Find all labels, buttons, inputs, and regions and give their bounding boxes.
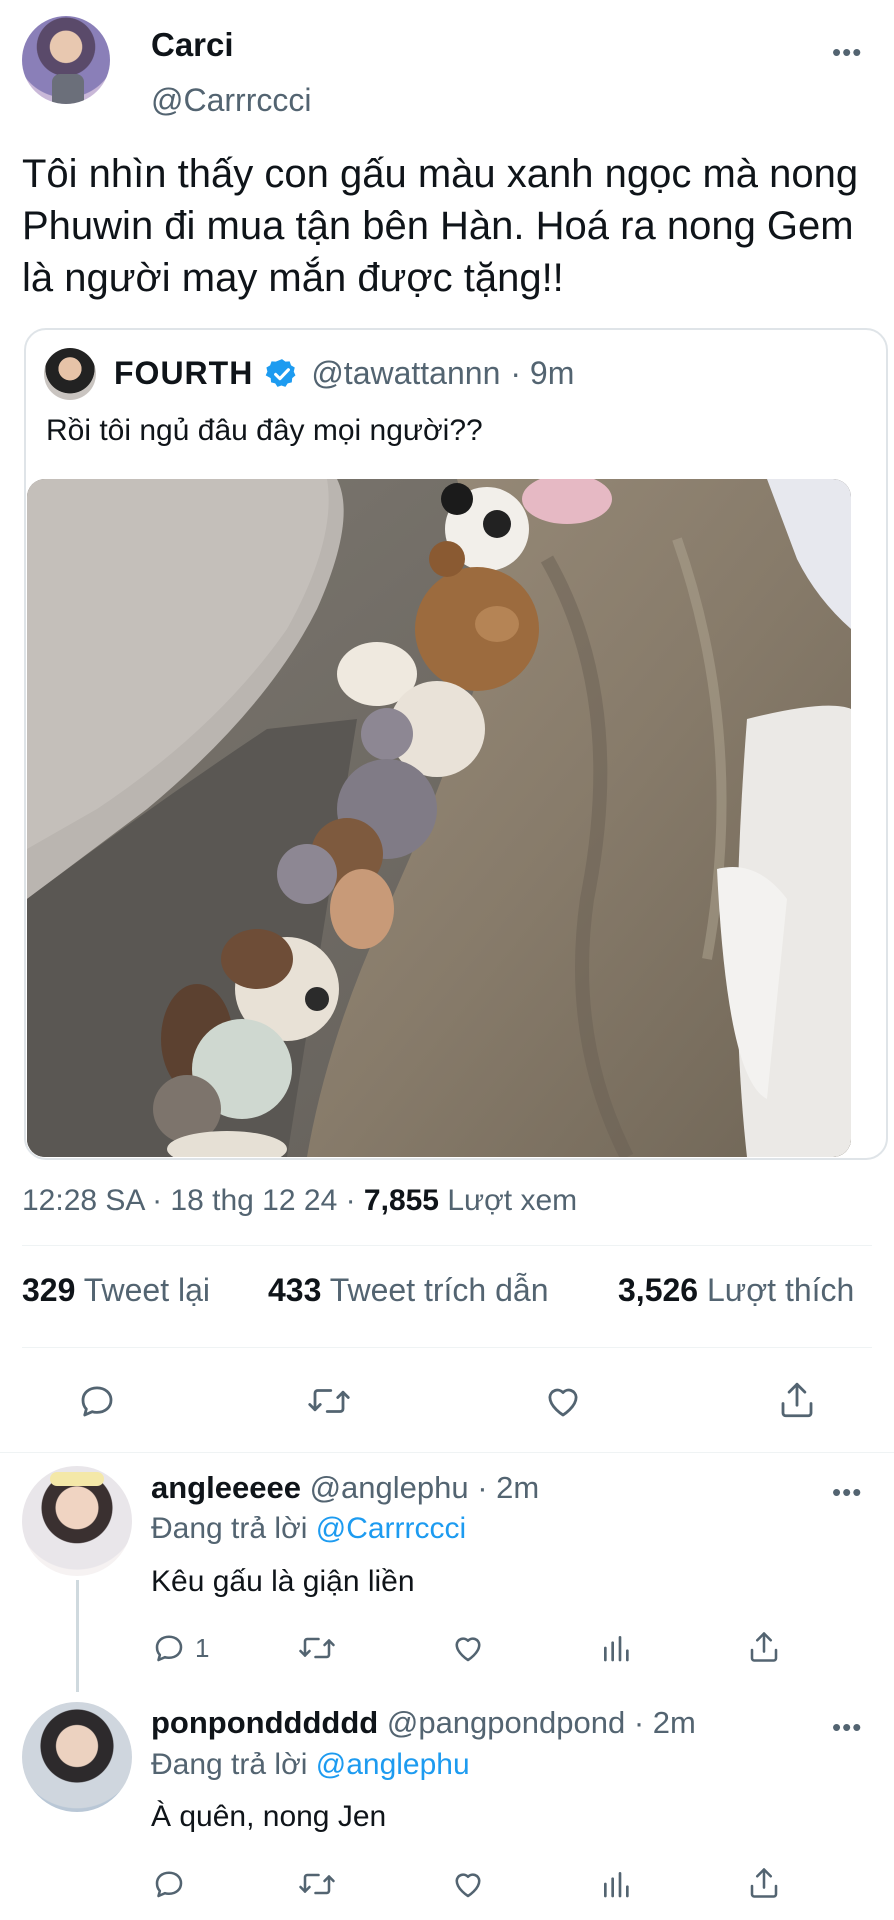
views-label: Lượt xem <box>447 1184 578 1217</box>
replying-to-link[interactable]: @Carrrccci <box>316 1512 466 1545</box>
quote-tweets-stat[interactable]: 433 Tweet trích dẫn <box>268 1272 548 1309</box>
replying-to: Đang trả lời @anglephu <box>151 1748 470 1781</box>
reply-count: 1 <box>195 1632 210 1663</box>
quoted-author-name[interactable]: FOURTH <box>114 355 253 392</box>
divider <box>0 1452 894 1453</box>
reply-text: À quên, nong Jen <box>151 1800 387 1833</box>
more-icon[interactable]: ••• <box>832 1714 862 1740</box>
reply-author-name[interactable]: ponpondddddd <box>151 1705 378 1740</box>
share-icon[interactable] <box>746 1628 782 1666</box>
reply-text: Kêu gấu là giận liền <box>151 1565 415 1598</box>
retweet-icon[interactable] <box>306 1380 352 1422</box>
author-avatar[interactable] <box>22 16 110 104</box>
reply-avatar[interactable] <box>22 1702 132 1812</box>
reply-icon[interactable] <box>76 1380 118 1422</box>
reply-header: ponpondddddd @pangpondpond · 2m <box>151 1705 696 1741</box>
quoted-text: Rồi tôi ngủ đâu đây mọi người?? <box>46 414 483 447</box>
quoted-author-handle[interactable]: @tawattannn <box>311 355 500 392</box>
share-icon[interactable] <box>776 1378 818 1422</box>
tweet-text: Tôi nhìn thấy con gấu màu xanh ngọc mà n… <box>22 152 859 300</box>
analytics-icon[interactable] <box>600 1868 632 1900</box>
reply-avatar[interactable] <box>22 1466 132 1576</box>
reply-author-handle[interactable]: @pangpondpond <box>387 1705 625 1740</box>
reply-author-handle[interactable]: @anglephu <box>310 1470 469 1505</box>
retweet-icon[interactable] <box>297 1630 337 1666</box>
more-icon[interactable]: ••• <box>832 1479 862 1505</box>
quoted-photo[interactable] <box>27 479 851 1157</box>
retweet-icon[interactable] <box>297 1866 337 1902</box>
tweet-timestamp[interactable]: 12:28 SA · 18 thg 12 24 · <box>22 1184 364 1217</box>
reply-header: angleeeee @anglephu · 2m <box>151 1470 539 1506</box>
analytics-icon[interactable] <box>600 1632 632 1664</box>
like-icon[interactable] <box>450 1630 486 1666</box>
replying-to-link[interactable]: @anglephu <box>316 1748 470 1781</box>
divider <box>22 1347 872 1348</box>
views-count: 7,855 <box>363 1184 439 1217</box>
quoted-author-avatar[interactable] <box>44 348 96 400</box>
author-handle[interactable]: @Carrrccci <box>151 82 311 119</box>
replying-to: Đang trả lời @Carrrccci <box>151 1512 467 1545</box>
quoted-time: · 9m <box>510 355 575 391</box>
more-icon[interactable]: ••• <box>832 39 862 65</box>
retweets-stat[interactable]: 329 Tweet lại <box>22 1272 210 1309</box>
likes-stat[interactable]: 3,526 Lượt thích <box>618 1272 854 1309</box>
author-name[interactable]: Carci <box>151 26 234 64</box>
reply-icon[interactable] <box>151 1866 187 1902</box>
reply-icon[interactable]: 1 <box>151 1630 209 1666</box>
like-icon[interactable] <box>542 1380 584 1422</box>
reply-time: · 2m <box>477 1470 540 1505</box>
reply-author-name[interactable]: angleeeee <box>151 1470 301 1505</box>
reply-thread-line <box>76 1580 79 1692</box>
like-icon[interactable] <box>450 1866 486 1902</box>
share-icon[interactable] <box>746 1864 782 1902</box>
verified-icon <box>265 357 299 391</box>
reply-time: · 2m <box>633 1705 696 1740</box>
divider <box>22 1245 872 1246</box>
